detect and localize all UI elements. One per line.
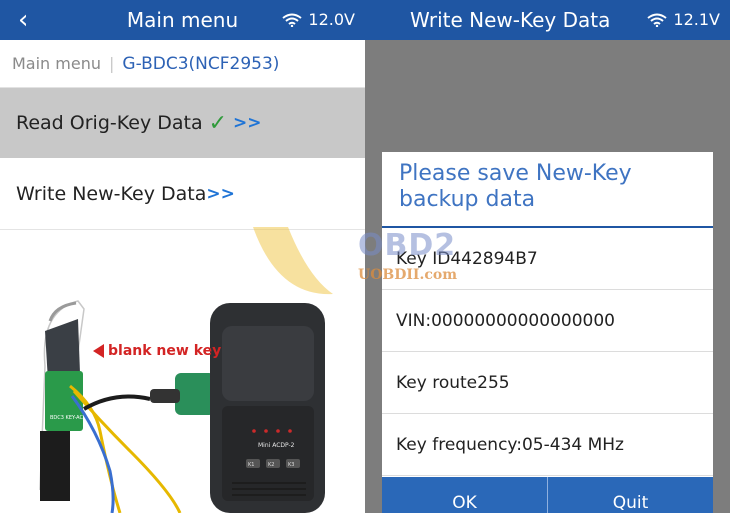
watermark-text: OBD2: [358, 228, 457, 263]
main-menu-header: ‹ Main menu 12.0V: [0, 0, 365, 40]
wifi-icon: [647, 13, 668, 27]
blank-key-callout: blank new key: [93, 343, 221, 359]
key-blade: [40, 431, 70, 501]
wifi-icon: [282, 13, 303, 27]
dialog-title-line2: backup data: [399, 187, 536, 212]
arrow-left-icon: [93, 344, 104, 358]
breadcrumb-home[interactable]: Main menu: [12, 54, 101, 73]
connector: [175, 373, 215, 415]
voltage-readout: 12.0V: [308, 10, 355, 29]
device-button-k3: K3: [288, 462, 294, 468]
chevron-double-right-icon: >>: [206, 183, 235, 204]
menu-item-label: Write New-Key Data: [16, 182, 207, 205]
voltage-readout: 12.1V: [673, 10, 720, 29]
ok-button[interactable]: OK: [382, 477, 547, 513]
dialog-row-vin: VIN:00000000000000000: [382, 290, 713, 352]
device-label: Mini ACDP-2: [258, 442, 295, 449]
main-menu-screen: ‹ Main menu 12.0V Main menu | G-BDC3(NCF…: [0, 0, 365, 513]
status-area: 12.1V: [647, 10, 720, 29]
dialog-title: Please save New-Key backup data: [382, 152, 713, 228]
quit-button[interactable]: Quit: [547, 477, 713, 513]
status-area: 12.0V: [282, 10, 355, 29]
breadcrumb-separator: |: [109, 54, 115, 73]
backup-data-dialog: Please save New-Key backup data Key ID44…: [382, 152, 713, 513]
watermark-subtext: UOBDII.com: [358, 267, 458, 283]
breadcrumb-model: G-BDC3(NCF2953): [122, 53, 280, 74]
dialog-title-line1: Please save New-Key: [399, 161, 632, 186]
checkmark-icon: ✓: [208, 110, 228, 136]
device-button-k2: K2: [268, 462, 274, 468]
key-programmer-photo: BDC3 KEY-ACDP Mini ACDP-2 K1 K2 K3: [0, 231, 365, 513]
menu-item-write-new-key[interactable]: Write New-Key Data >>: [0, 158, 365, 230]
dialog-row-key-frequency: Key frequency:05-434 MHz: [382, 414, 713, 476]
write-key-header: Write New-Key Data 12.1V: [365, 0, 730, 40]
dialog-row-key-route: Key route255: [382, 352, 713, 414]
menu-item-label: Read Orig-Key Data: [16, 112, 203, 134]
device-button-k1: K1: [248, 462, 254, 468]
menu-item-read-orig-key[interactable]: Read Orig-Key Data ✓ >>: [0, 88, 365, 158]
cable-black: [82, 394, 151, 411]
chevron-double-right-icon: >>: [233, 113, 262, 133]
breadcrumb: Main menu | G-BDC3(NCF2953): [0, 40, 365, 88]
callout-text: blank new key: [108, 343, 222, 359]
dialog-buttons: OK Quit: [382, 477, 713, 513]
